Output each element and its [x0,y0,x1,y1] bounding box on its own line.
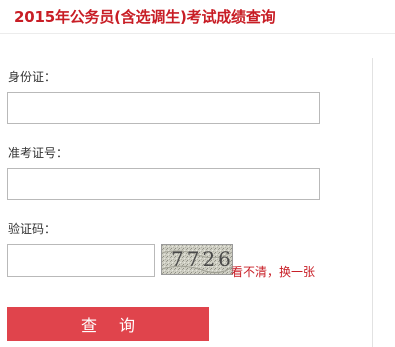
captcha-label: 验证码： [8,222,57,236]
captcha-code: 7726 [171,247,233,271]
captcha-input[interactable] [7,244,155,277]
right-border-rule [372,58,373,347]
query-button[interactable]: 查询 [7,307,209,341]
refresh-captcha-link[interactable]: 看不清，换一张 [231,263,315,280]
query-page: 2015年公务员(含选调生)考试成绩查询 身份证： 准考证号： 验证码： 772… [0,0,395,347]
title-divider [0,33,395,34]
id-card-label: 身份证： [8,70,57,84]
captcha-image[interactable]: 7726 [161,244,233,275]
ticket-number-label: 准考证号： [8,146,69,160]
ticket-number-input[interactable] [7,168,320,200]
id-card-input[interactable] [7,92,320,124]
page-title: 2015年公务员(含选调生)考试成绩查询 [14,8,276,26]
